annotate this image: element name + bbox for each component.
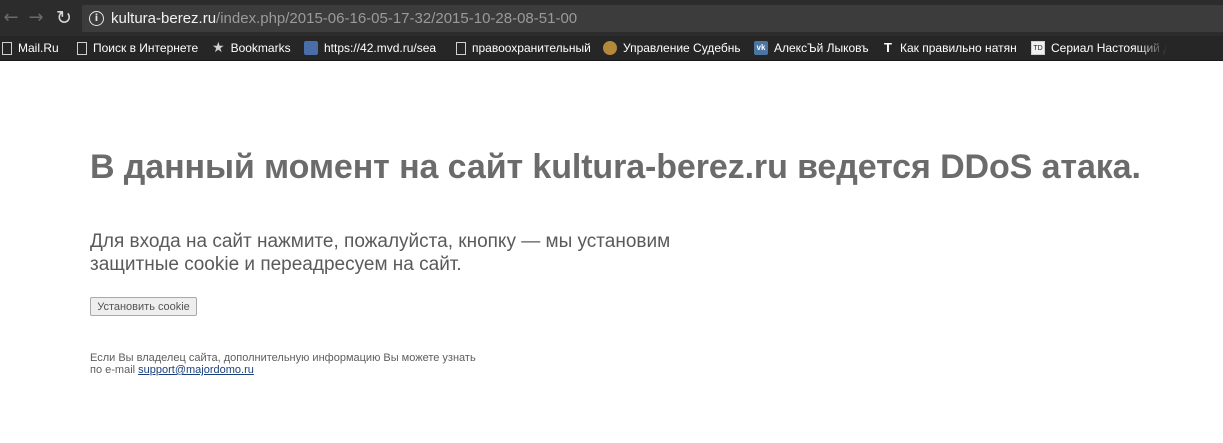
bookmark-folder-bookmarks[interactable]: ★ Bookmarks <box>212 36 291 60</box>
bookmark-mail-ru[interactable]: Mail.Ru <box>2 36 59 60</box>
page-icon <box>456 41 466 55</box>
t-icon: T <box>884 40 892 55</box>
back-button[interactable]: ← <box>0 6 22 30</box>
page-icon <box>2 41 12 55</box>
bookmark-label: https://42.mvd.ru/sea <box>324 41 437 55</box>
emblem-icon <box>603 41 617 55</box>
url-text[interactable]: kultura-berez.ru/index.php/2015-06-16-05… <box>111 10 577 27</box>
bookmark-label: Управление Судебны <box>623 41 741 55</box>
bookmark-label: Как правильно натян <box>900 41 1017 55</box>
star-icon: ★ <box>212 40 225 56</box>
bookmark-mvd[interactable]: https://42.mvd.ru/sea <box>304 36 446 60</box>
bookmark-search[interactable]: Поиск в Интернете <box>77 36 198 60</box>
bookmarks-bar: Mail.Ru Поиск в Интернете ★ Bookmarks ht… <box>0 36 1223 61</box>
page-title: В данный момент на сайт kultura-berez.ru… <box>90 148 1141 186</box>
email-prefix: по e-mail <box>90 364 139 376</box>
arrow-right-icon: → <box>28 7 44 28</box>
bookmark-label: АлексЪй Лыковъ <box>774 41 869 55</box>
owner-note: Если Вы владелец сайта, дополнительную и… <box>90 352 476 376</box>
bookmark-label: Bookmarks <box>230 41 291 55</box>
reload-button[interactable]: ↻ <box>53 6 75 30</box>
bookmark-howto[interactable]: T Как правильно натян <box>882 36 1018 60</box>
page-icon <box>77 41 87 55</box>
owner-note-line1: Если Вы владелец сайта, дополнительную и… <box>90 352 476 364</box>
site-icon <box>304 41 318 55</box>
bookmark-label: Поиск в Интернете <box>93 41 199 55</box>
bookmark-vk[interactable]: vk АлексЪй Лыковъ <box>754 36 872 60</box>
vk-icon: vk <box>754 41 768 55</box>
owner-note-line2: по e-mail support@majordomo.ru <box>90 364 476 376</box>
info-icon[interactable]: i <box>89 11 104 26</box>
arrow-left-icon: ← <box>3 7 19 28</box>
browser-toolbar: ← → ↻ i kultura-berez.ru/index.php/2015-… <box>0 0 1223 36</box>
td-icon: TD <box>1031 41 1045 55</box>
bookmark-label: правоохранительный <box>472 41 591 55</box>
reload-icon: ↻ <box>56 7 72 29</box>
support-email-link[interactable]: support@majordomo.ru <box>138 364 254 376</box>
bookmark-court[interactable]: Управление Судебны <box>603 36 741 60</box>
forward-button[interactable]: → <box>25 6 47 30</box>
bookmark-law[interactable]: правоохранительный <box>456 36 592 60</box>
address-bar[interactable]: i kultura-berez.ru/index.php/2015-06-16-… <box>82 5 1223 32</box>
bookmark-label: Mail.Ru <box>18 41 59 55</box>
url-path: /index.php/2015-06-16-05-17-32/2015-10-2… <box>216 10 578 27</box>
set-cookie-button[interactable]: Установить cookie <box>90 297 197 316</box>
url-host: kultura-berez.ru <box>111 10 217 27</box>
instruction-text: Для входа на сайт нажмите, пожалуйста, к… <box>90 231 671 275</box>
bookmarks-overflow-fade <box>1137 36 1167 60</box>
